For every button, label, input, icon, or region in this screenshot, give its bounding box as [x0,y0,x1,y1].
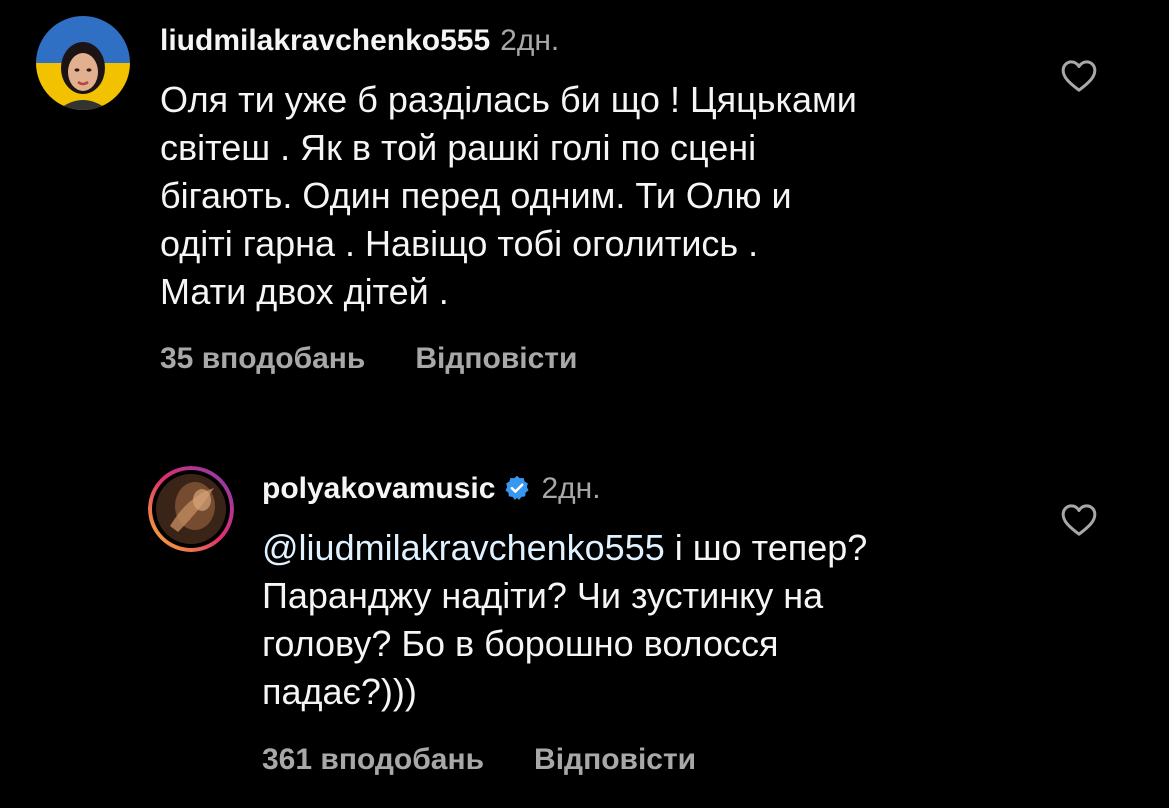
like-count[interactable]: 361 вподобань [262,743,484,776]
heart-outline-icon[interactable] [1058,56,1100,96]
reply-button[interactable]: Відповісти [534,743,696,776]
comment-timestamp: 2дн. [541,472,601,505]
comment-username[interactable]: polyakovamusic [262,472,495,505]
verified-badge-icon [503,474,531,511]
mention-link[interactable]: @liudmilakravchenko555 [262,527,665,568]
like-count[interactable]: 35 вподобань [160,342,365,375]
heart-outline-icon[interactable] [1058,500,1100,540]
comment-username[interactable]: liudmilakravchenko555 [160,24,490,57]
avatar[interactable] [36,16,130,110]
reply-button[interactable]: Відповісти [415,342,577,375]
comment-timestamp: 2дн. [500,24,560,57]
comment-text: @liudmilakravchenko555 і шо тепер? Паран… [262,524,1082,716]
avatar[interactable] [148,466,234,552]
comment-text: Оля ти уже б разділась би що ! Цяцьками … [160,79,857,312]
